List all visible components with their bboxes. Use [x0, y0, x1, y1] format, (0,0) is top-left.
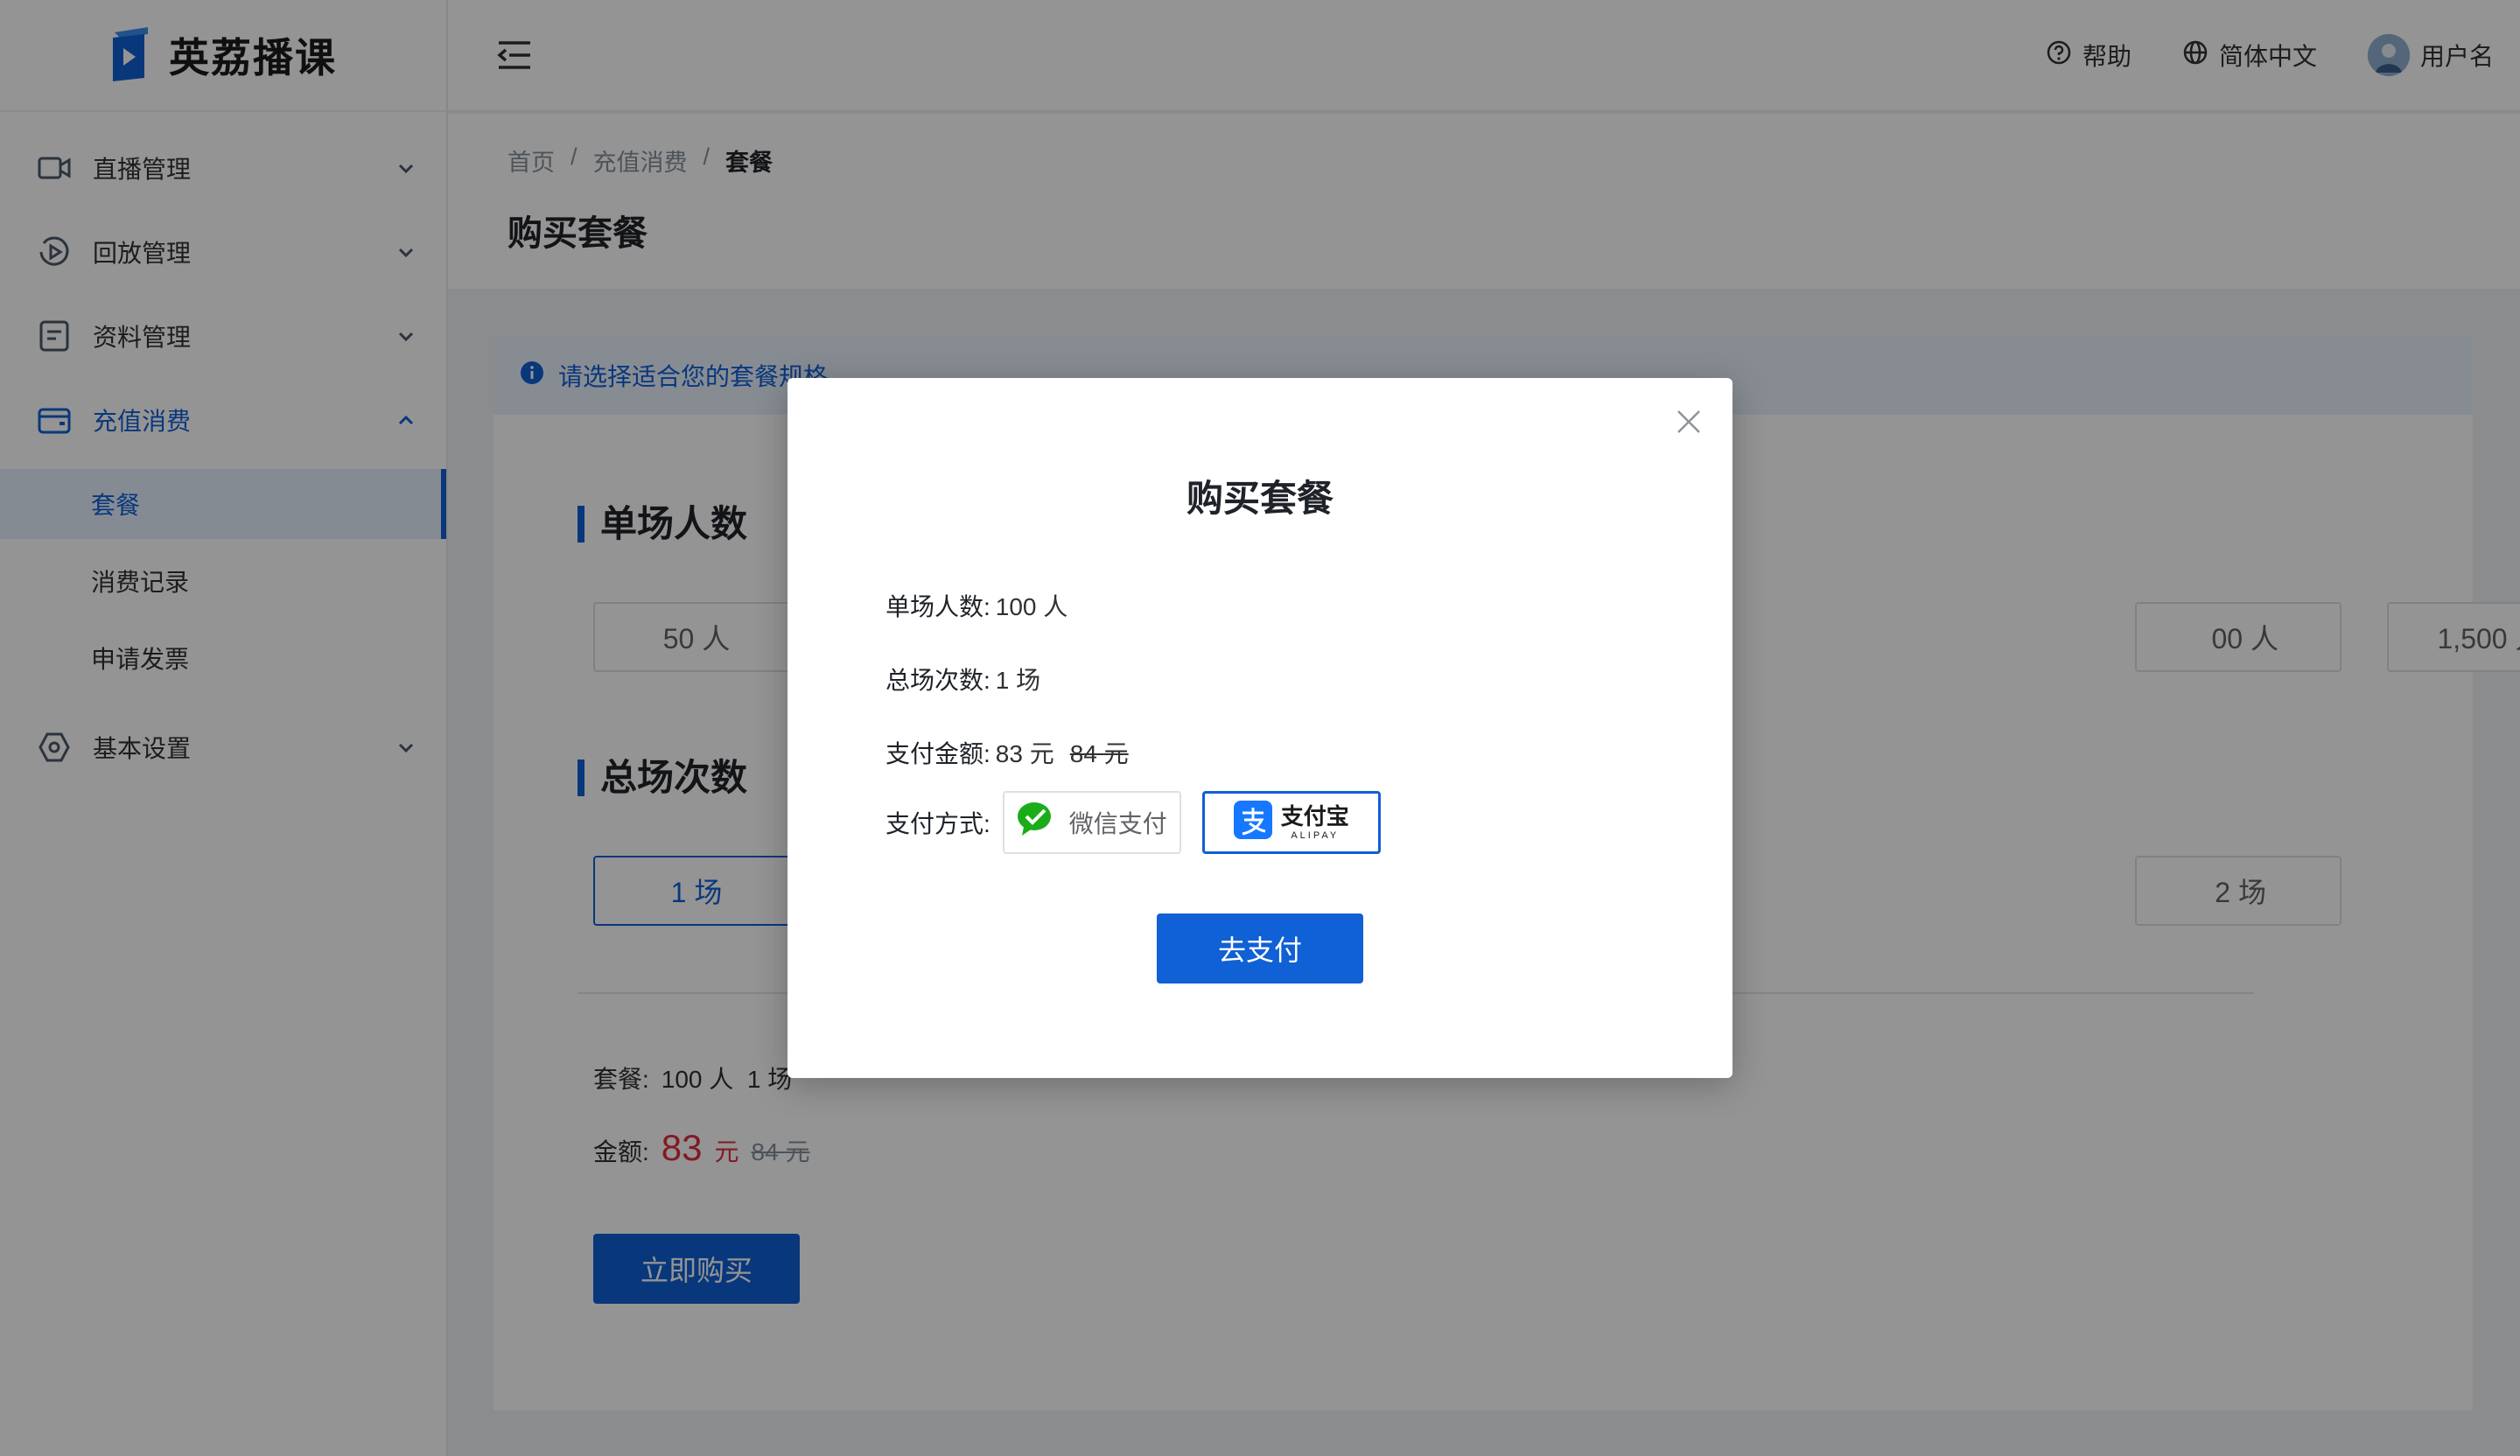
amount-original: 84 元: [1069, 740, 1129, 767]
alipay-wordmark: 支付宝 ALIPAY: [1281, 805, 1349, 841]
wechat-pay-option[interactable]: 微信支付: [1002, 791, 1181, 854]
go-pay-button[interactable]: 去支付: [1157, 914, 1363, 984]
alipay-sub-label: ALIPAY: [1291, 830, 1340, 841]
alipay-option[interactable]: 支付宝 ALIPAY: [1201, 791, 1381, 854]
modal-row-sessions: 总场次数: 1 场: [886, 662, 1040, 696]
wechat-icon: [1017, 801, 1060, 845]
modal-title: 购买套餐: [1186, 478, 1334, 519]
modal-row-payment: 支付方式: 微信支付 支付宝 ALIPAY: [886, 791, 1381, 854]
sessions-value: 1 场: [995, 667, 1041, 694]
amount-value: 83 元: [995, 740, 1054, 767]
alipay-label: 支付宝: [1280, 802, 1349, 830]
wechat-pay-label: 微信支付: [1068, 810, 1167, 837]
modal-row-amount: 支付金额: 83 元 84 元: [886, 735, 1129, 770]
people-value: 100 人: [995, 593, 1068, 620]
sessions-label: 总场次数:: [886, 667, 990, 694]
amount-label: 支付金额:: [886, 740, 990, 767]
payment-method-label: 支付方式:: [886, 810, 990, 837]
alipay-icon: [1233, 800, 1272, 845]
purchase-modal: 购买套餐 单场人数: 100 人 总场次数: 1 场 支付金额: 83 元 84…: [788, 378, 1732, 1078]
modal-row-people: 单场人数: 100 人: [886, 588, 1068, 623]
close-icon[interactable]: [1671, 404, 1706, 439]
people-label: 单场人数:: [886, 593, 990, 620]
